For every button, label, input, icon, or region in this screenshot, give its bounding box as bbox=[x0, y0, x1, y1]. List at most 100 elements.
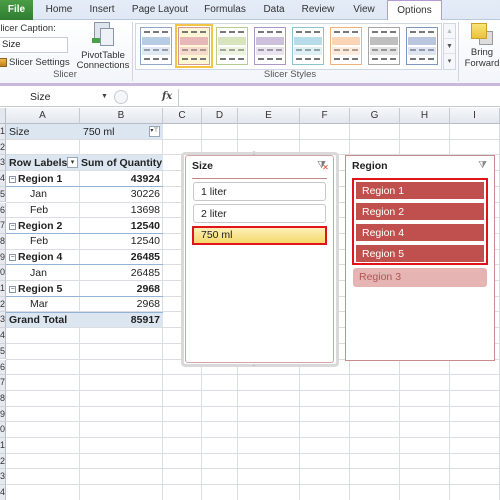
column-header-H[interactable]: H bbox=[400, 108, 450, 124]
pivot-value-header[interactable]: Sum of Quantity bbox=[81, 156, 163, 171]
row-header-7[interactable]: 7 bbox=[0, 218, 6, 234]
slicer-style-light-red[interactable] bbox=[175, 24, 213, 68]
size-slicer-item-selected[interactable]: 750 ml bbox=[192, 226, 327, 245]
pivot-group-label[interactable]: − Region 4 bbox=[9, 250, 81, 265]
row-header-6[interactable]: 6 bbox=[0, 202, 6, 219]
tab-formulas[interactable]: Formulas bbox=[197, 0, 253, 20]
tab-insert[interactable]: Insert bbox=[82, 0, 122, 20]
pivot-filter-dropdown-icon[interactable]: ▾⊤ bbox=[149, 126, 160, 137]
slicer-style-light-green[interactable] bbox=[216, 27, 248, 65]
name-box-dropdown-icon[interactable]: ▼ bbox=[101, 89, 108, 105]
region-slicer-item-unselected[interactable]: Region 3 bbox=[353, 268, 487, 287]
size-slicer-item[interactable]: 1 liter bbox=[193, 182, 326, 201]
pivot-item-label[interactable]: Jan bbox=[30, 266, 80, 281]
gridline bbox=[6, 374, 500, 376]
tab-home[interactable]: Home bbox=[38, 0, 80, 20]
slicer-styles-gallery bbox=[135, 23, 442, 70]
slicer-style-light-orange[interactable] bbox=[330, 27, 362, 65]
column-header-F[interactable]: F bbox=[300, 108, 350, 124]
size-slicer-item[interactable]: 2 liter bbox=[193, 204, 326, 223]
slicer-style-light-purple[interactable] bbox=[254, 27, 286, 65]
slicer-style-light-gray[interactable] bbox=[368, 27, 400, 65]
formula-bar-expand-handle[interactable] bbox=[114, 90, 128, 104]
gallery-scroll-down[interactable]: ▼ bbox=[444, 39, 455, 54]
row-header-8[interactable]: 8 bbox=[0, 233, 6, 250]
row-header-10[interactable]: 10 bbox=[0, 265, 6, 281]
row-header-16[interactable]: 16 bbox=[0, 359, 6, 376]
collapse-icon[interactable]: − bbox=[9, 175, 16, 183]
group-label-text: Region 4 bbox=[18, 251, 63, 264]
region-slicer: Region ⧩ Region 1 Region 2 Region 4 Regi… bbox=[345, 155, 495, 361]
region-slicer-item-selected[interactable]: Region 2 bbox=[356, 201, 484, 220]
region-slicer-item-selected[interactable]: Region 5 bbox=[356, 243, 484, 262]
column-header-C[interactable]: C bbox=[163, 108, 202, 124]
pivot-row-labels-header[interactable]: Row Labels bbox=[9, 156, 69, 171]
slicer-style-light-aqua[interactable] bbox=[292, 27, 324, 65]
selected-items-highlight: Region 1 Region 2 Region 4 Region 5 bbox=[352, 178, 488, 265]
row-header-2[interactable]: 2 bbox=[0, 139, 6, 156]
slicer-caption-input[interactable]: Size bbox=[0, 37, 68, 53]
collapse-icon[interactable]: − bbox=[9, 222, 16, 230]
pivot-item-label[interactable]: Mar bbox=[30, 297, 80, 312]
row-header-12[interactable]: 12 bbox=[0, 296, 6, 313]
row-header-20[interactable]: 20 bbox=[0, 422, 6, 438]
pivot-filter-value[interactable]: 750 ml bbox=[83, 125, 143, 140]
gridline bbox=[6, 138, 500, 140]
tab-page-layout[interactable]: Page Layout bbox=[124, 0, 196, 20]
clear-filter-icon[interactable]: ⧩ ✕ bbox=[317, 160, 329, 172]
slicer-style-light-darkblue[interactable] bbox=[406, 27, 438, 65]
name-box[interactable]: Size bbox=[0, 89, 112, 105]
gridline bbox=[6, 389, 500, 391]
pivot-group-label[interactable]: − Region 1 bbox=[9, 172, 81, 187]
row-header-21[interactable]: 21 bbox=[0, 438, 6, 454]
pivot-group-label[interactable]: − Region 5 bbox=[9, 282, 81, 297]
ribbon-tabs: File Home Insert Page Layout Formulas Da… bbox=[0, 0, 500, 21]
collapse-icon[interactable]: − bbox=[9, 285, 16, 293]
row-header-24[interactable]: 24 bbox=[0, 485, 6, 500]
column-header-D[interactable]: D bbox=[202, 108, 238, 124]
pivot-item-label[interactable]: Jan bbox=[30, 187, 80, 202]
row-header-17[interactable]: 17 bbox=[0, 375, 6, 391]
row-header-18[interactable]: 18 bbox=[0, 390, 6, 407]
slicer-settings-button[interactable]: Slicer Settings bbox=[0, 57, 70, 68]
pivot-filter-field[interactable]: Size bbox=[9, 125, 79, 140]
collapse-icon[interactable]: − bbox=[9, 254, 16, 262]
gallery-more-button[interactable]: ▾ bbox=[444, 54, 455, 69]
row-header-14[interactable]: 14 bbox=[0, 328, 6, 344]
bring-forward-button[interactable]: Bring Forward bbox=[460, 23, 500, 69]
tab-review[interactable]: Review bbox=[295, 0, 341, 20]
clear-filter-icon[interactable]: ⧩ bbox=[478, 160, 487, 171]
insert-function-icon[interactable]: fx bbox=[162, 89, 172, 105]
pivot-item-label[interactable]: Feb bbox=[30, 203, 80, 218]
pivot-group-label[interactable]: − Region 2 bbox=[9, 219, 81, 234]
formula-input[interactable] bbox=[178, 89, 500, 106]
pivottable-connections-button[interactable]: PivotTable Connections bbox=[76, 22, 130, 71]
row-header-23[interactable]: 23 bbox=[0, 469, 6, 486]
tab-view[interactable]: View bbox=[344, 0, 384, 20]
tab-data[interactable]: Data bbox=[256, 0, 292, 20]
row-header-19[interactable]: 19 bbox=[0, 406, 6, 423]
column-header-G[interactable]: G bbox=[350, 108, 400, 124]
pivot-item-label[interactable]: Feb bbox=[30, 234, 80, 249]
grand-total-value: 85917 bbox=[130, 313, 160, 326]
column-header-I[interactable]: I bbox=[450, 108, 500, 124]
gridline bbox=[6, 484, 500, 486]
slicer-settings-icon bbox=[0, 58, 7, 67]
region-slicer-item-selected[interactable]: Region 4 bbox=[356, 222, 484, 241]
tab-file[interactable]: File bbox=[0, 0, 33, 20]
slicer-style-light-blue[interactable] bbox=[140, 27, 172, 65]
row-header-11[interactable]: 11 bbox=[0, 281, 6, 297]
row-header-15[interactable]: 15 bbox=[0, 343, 6, 360]
tab-options[interactable]: Options bbox=[387, 0, 442, 21]
column-header-B[interactable]: B bbox=[80, 108, 163, 124]
region-slicer-item-selected[interactable]: Region 1 bbox=[356, 180, 484, 199]
row-header-9[interactable]: 9 bbox=[0, 249, 6, 266]
row-labels-dropdown-icon[interactable]: ▾ bbox=[67, 157, 78, 169]
row-header-4[interactable]: 4 bbox=[0, 171, 6, 187]
gridline bbox=[6, 468, 500, 470]
row-header-5[interactable]: 5 bbox=[0, 186, 6, 203]
gallery-scroll-up[interactable]: ▲ bbox=[444, 24, 455, 39]
row-header-22[interactable]: 22 bbox=[0, 453, 6, 470]
column-header-E[interactable]: E bbox=[238, 108, 300, 124]
column-header-A[interactable]: A bbox=[6, 108, 80, 124]
